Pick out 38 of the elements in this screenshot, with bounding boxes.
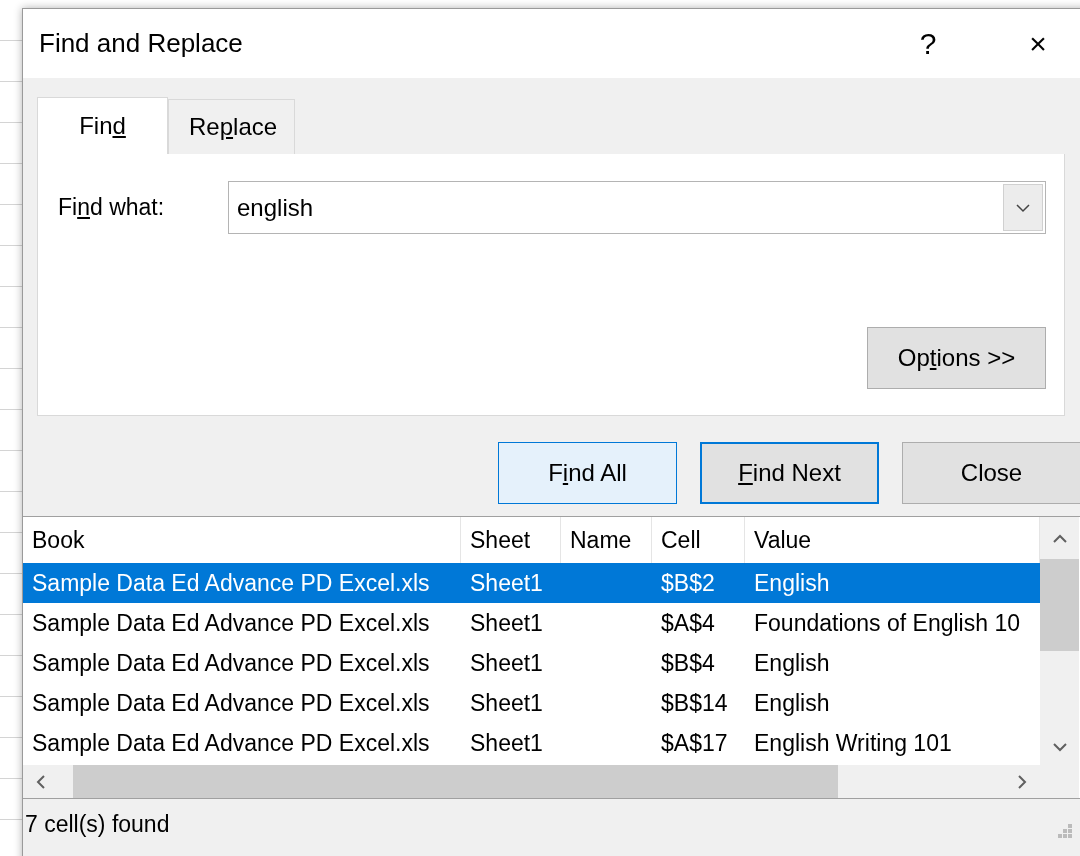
- horizontal-scrollbar[interactable]: [23, 765, 1079, 798]
- result-row[interactable]: Sample Data Ed Advance PD Excel.xls Sheet1 $B$2 English: [23, 563, 1040, 603]
- result-cell-text: English Writing 101: [753, 729, 953, 757]
- vertical-scrollbar[interactable]: [1040, 517, 1079, 765]
- tab[interactable]: Replace: [168, 99, 295, 154]
- scroll-thumb[interactable]: [73, 765, 838, 798]
- result-cell-text: Sample Data Ed Advance PD Excel.xls: [31, 649, 431, 677]
- result-cell-text: $B$4: [660, 649, 716, 677]
- find-what-field[interactable]: english: [228, 181, 1046, 234]
- action-button[interactable]: Find Next: [700, 442, 879, 504]
- find-what-label: Find what:: [58, 194, 166, 221]
- result-cell-text: English: [753, 689, 831, 717]
- close-dialog-button[interactable]: Close: [902, 442, 1080, 504]
- status-text: 7 cell(s) found: [25, 810, 170, 838]
- result-cell-text: $A$17: [660, 729, 729, 757]
- window-title: Find and Replace: [39, 28, 244, 59]
- result-cell-text: Sample Data Ed Advance PD Excel.xls: [31, 569, 431, 597]
- dropdown-button[interactable]: [1003, 184, 1043, 231]
- resize-grip-icon[interactable]: [1057, 823, 1073, 839]
- result-cell-text: $A$4: [660, 609, 716, 637]
- result-cell-text: Foundations of English 10: [753, 609, 1021, 637]
- options-button[interactable]: Options >>: [867, 327, 1046, 389]
- result-cell-text: Sample Data Ed Advance PD Excel.xls: [31, 729, 431, 757]
- chevron-down-icon: [1016, 202, 1030, 213]
- result-cell-text: Sheet1: [469, 689, 544, 717]
- result-cell-text: $B$2: [660, 569, 716, 597]
- result-cell-text: Sheet1: [469, 569, 544, 597]
- result-cell-text: English: [753, 649, 831, 677]
- action-button[interactable]: Find All: [498, 442, 677, 504]
- result-cell-text: Sample Data Ed Advance PD Excel.xls: [31, 609, 431, 637]
- result-cell-text: $B$14: [660, 689, 729, 717]
- result-cell-text: Sample Data Ed Advance PD Excel.xls: [31, 689, 431, 717]
- scroll-thumb[interactable]: [1040, 559, 1079, 651]
- result-cell-text: Sheet1: [469, 649, 544, 677]
- result-cell-text: Sheet1: [469, 729, 544, 757]
- result-cell-text: English: [753, 569, 831, 597]
- tab[interactable]: Find: [37, 97, 168, 154]
- result-cell-text: Sheet1: [469, 609, 544, 637]
